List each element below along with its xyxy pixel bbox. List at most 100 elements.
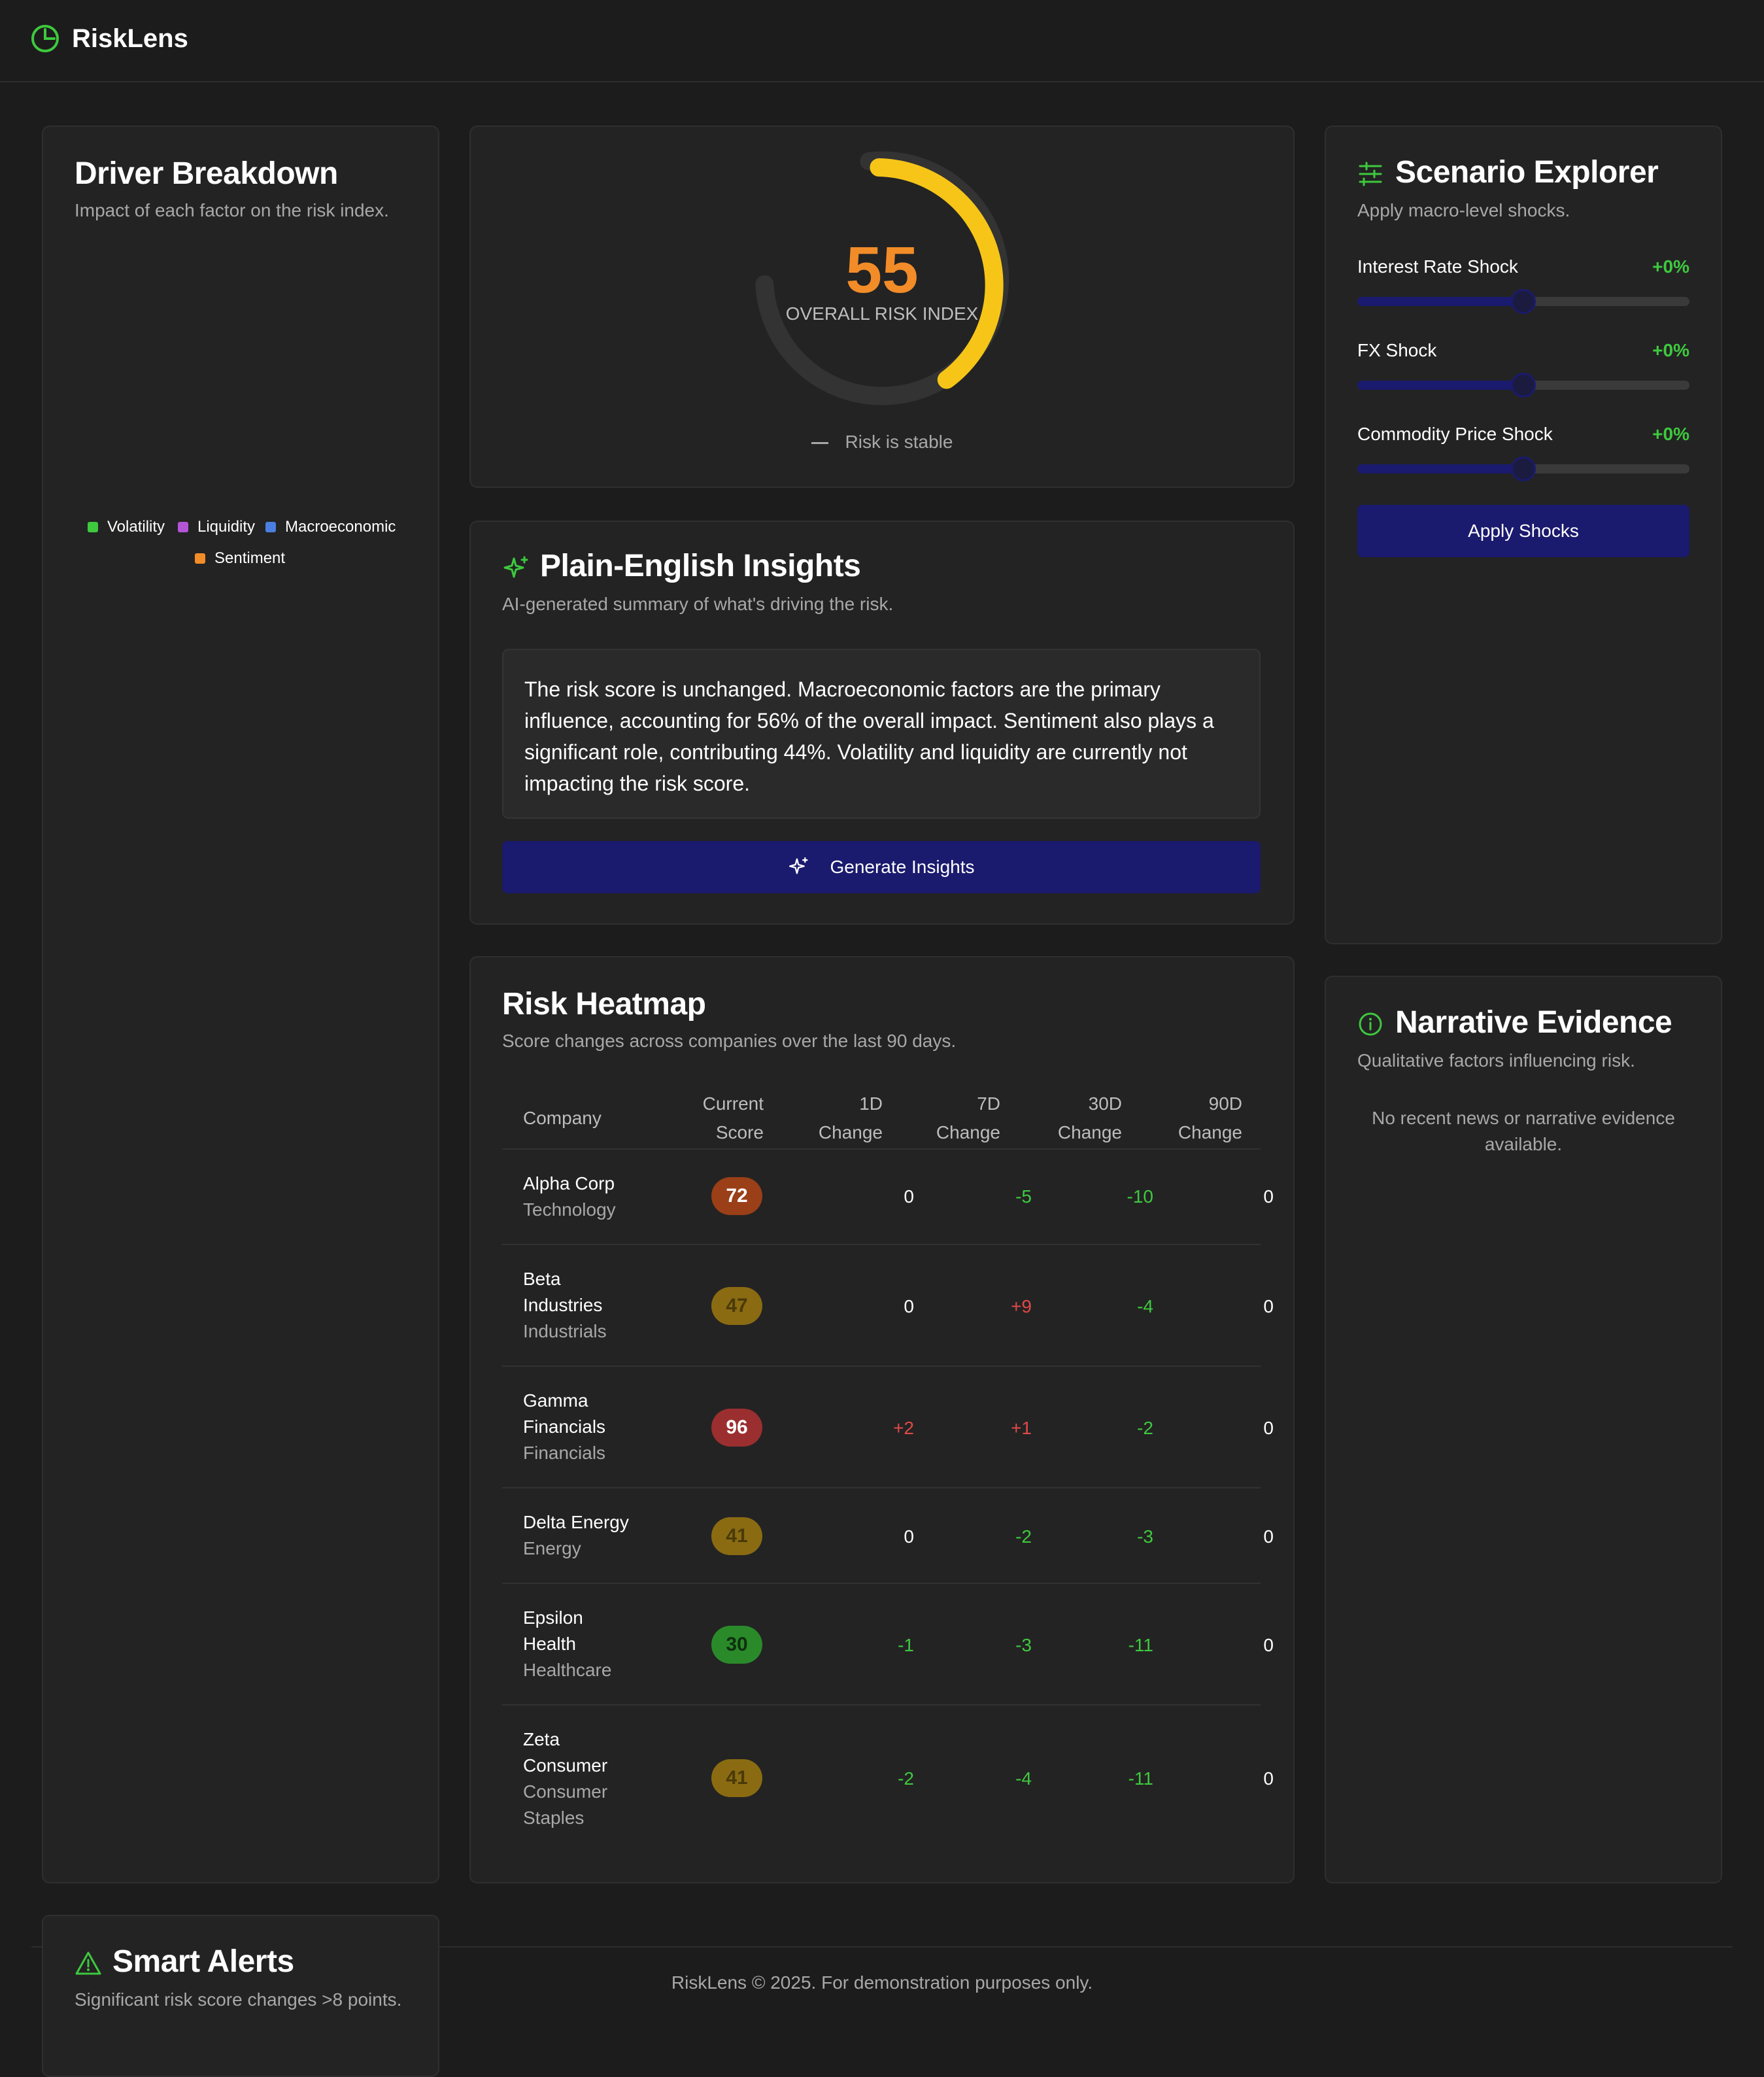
change-30d: -10 xyxy=(1127,1186,1153,1207)
heatmap-subtitle: Score changes across companies over the … xyxy=(502,1031,957,1051)
score-badge: 47 xyxy=(711,1287,762,1325)
header-line: 90D xyxy=(1208,1093,1242,1114)
company-cell: Delta Energy Energy xyxy=(523,1509,634,1562)
change-90d: 0 xyxy=(1263,1526,1274,1547)
apply-shocks-button[interactable]: Apply Shocks xyxy=(1357,505,1689,557)
fx-shock-slider[interactable] xyxy=(1357,373,1689,398)
legend-item-volatility[interactable]: Volatility xyxy=(88,518,165,536)
company-cell: Epsilon Health Healthcare xyxy=(523,1605,615,1683)
table-row[interactable]: Delta Energy Energy 41 0 -2 -3 0 xyxy=(502,1487,1274,1583)
table-row[interactable]: Alpha Corp Technology 72 0 -5 -10 0 xyxy=(502,1148,1274,1244)
header-1d-change[interactable]: 1D Change xyxy=(791,1090,883,1147)
narrative-empty-message: No recent news or narrative evidence ava… xyxy=(1372,1108,1675,1154)
header-current-score[interactable]: Current Score xyxy=(667,1090,764,1147)
scenario-explorer-card: Scenario Explorer Apply macro-level shoc… xyxy=(1325,126,1722,944)
table-row[interactable]: Epsilon Health Healthcare 30 -1 -3 -11 0 xyxy=(502,1583,1274,1704)
change-1d: 0 xyxy=(904,1296,914,1316)
legend-label: Sentiment xyxy=(214,549,286,567)
interest-rate-shock-value: +0% xyxy=(1652,256,1689,277)
risk-status-text: Risk is stable xyxy=(845,432,953,452)
alerts-title: Smart Alerts xyxy=(112,1944,294,1979)
change-7d: +9 xyxy=(1011,1296,1032,1316)
sparkle-icon xyxy=(503,556,528,578)
legend-swatch xyxy=(195,553,205,564)
score-badge: 96 xyxy=(711,1409,762,1447)
warning-icon xyxy=(75,1951,101,1975)
change-7d: -2 xyxy=(1015,1526,1032,1547)
header-company[interactable]: Company xyxy=(523,1104,602,1133)
header-7d-change[interactable]: 7D Change xyxy=(909,1090,1000,1147)
company-name: Gamma Financials xyxy=(523,1390,606,1437)
legend-item-macroeconomic[interactable]: Macroeconomic xyxy=(265,518,396,536)
insight-summary: The risk score is unchanged. Macroeconom… xyxy=(502,649,1261,819)
interest-rate-shock-slider[interactable] xyxy=(1357,289,1689,314)
smart-alerts-card: Smart Alerts Significant risk score chan… xyxy=(42,1915,439,2077)
interest-rate-shock-label: Interest Rate Shock xyxy=(1357,256,1518,277)
info-icon xyxy=(1359,1012,1382,1036)
risk-status: Risk is stable xyxy=(471,432,1293,453)
legend-label: Liquidity xyxy=(197,518,256,536)
legend-label: Volatility xyxy=(107,518,165,536)
company-name: Alpha Corp xyxy=(523,1173,615,1193)
change-7d: -3 xyxy=(1015,1635,1032,1655)
commodity-price-shock-slider[interactable] xyxy=(1357,456,1689,481)
generate-insights-label: Generate Insights xyxy=(830,857,975,877)
company-cell: Zeta Consumer Consumer Staples xyxy=(523,1726,615,1831)
header-line: Score xyxy=(715,1122,764,1142)
sliders-icon xyxy=(1359,162,1382,186)
legend-label: Macroeconomic xyxy=(285,518,396,536)
slider-thumb[interactable] xyxy=(1511,289,1536,314)
scenario-subtitle: Apply macro-level shocks. xyxy=(1357,200,1570,220)
generate-insights-button[interactable]: Generate Insights xyxy=(502,841,1261,893)
change-90d: 0 xyxy=(1263,1186,1274,1207)
company-cell: Gamma Financials Financials xyxy=(523,1388,615,1466)
company-sector: Consumer Staples xyxy=(523,1781,608,1828)
change-30d: -11 xyxy=(1128,1635,1153,1655)
change-1d: +2 xyxy=(893,1418,914,1438)
sparkle-icon xyxy=(789,857,809,874)
company-sector: Industrials xyxy=(523,1321,607,1341)
score-badge: 41 xyxy=(711,1517,762,1555)
company-sector: Financials xyxy=(523,1443,606,1463)
change-90d: 0 xyxy=(1263,1635,1274,1655)
slider-fill xyxy=(1357,381,1523,390)
commodity-price-shock-value: +0% xyxy=(1652,424,1689,444)
table-row[interactable]: Beta Industries Industrials 47 0 +9 -4 0 xyxy=(502,1244,1274,1365)
legend-item-sentiment[interactable]: Sentiment xyxy=(195,549,285,568)
fx-shock-label: FX Shock xyxy=(1357,340,1437,360)
header-30d-change[interactable]: 30D Change xyxy=(1030,1090,1122,1147)
slider-thumb[interactable] xyxy=(1511,373,1536,398)
change-30d: -11 xyxy=(1128,1768,1153,1789)
change-1d: 0 xyxy=(904,1186,914,1207)
company-name: Beta Industries xyxy=(523,1269,603,1315)
legend-swatch xyxy=(88,522,98,532)
change-1d: 0 xyxy=(904,1526,914,1547)
top-bar: RiskLens xyxy=(0,0,1764,82)
dash-icon xyxy=(811,442,828,445)
insights-subtitle: AI-generated summary of what's driving t… xyxy=(502,594,894,614)
change-90d: 0 xyxy=(1263,1296,1274,1316)
legend-item-liquidity[interactable]: Liquidity xyxy=(178,518,255,536)
brand[interactable]: RiskLens xyxy=(30,24,188,54)
header-line: Current xyxy=(702,1093,764,1114)
change-30d: -4 xyxy=(1137,1296,1153,1316)
insights-title: Plain-English Insights xyxy=(540,549,861,583)
header-line: Change xyxy=(936,1122,1000,1142)
insights-card: Plain-English Insights AI-generated summ… xyxy=(469,521,1295,925)
score-badge: 72 xyxy=(711,1177,762,1215)
header-90d-change[interactable]: 90D Change xyxy=(1151,1090,1242,1147)
company-name: Delta Energy xyxy=(523,1512,629,1532)
slider-thumb[interactable] xyxy=(1511,456,1536,481)
narrative-title: Narrative Evidence xyxy=(1395,1005,1672,1040)
change-1d: -1 xyxy=(898,1635,914,1655)
alerts-subtitle: Significant risk score changes >8 points… xyxy=(75,1989,402,2010)
legend-swatch xyxy=(265,522,276,532)
change-1d: -2 xyxy=(898,1768,914,1789)
driver-breakdown-subtitle: Impact of each factor on the risk index. xyxy=(75,200,389,220)
table-row[interactable]: Zeta Consumer Consumer Staples 41 -2 -4 … xyxy=(502,1704,1274,1852)
table-row[interactable]: Gamma Financials Financials 96 +2 +1 -2 … xyxy=(502,1365,1274,1487)
risk-score-value: 55 xyxy=(845,233,919,307)
company-sector: Technology xyxy=(523,1199,616,1220)
heatmap-title: Risk Heatmap xyxy=(502,987,706,1021)
slider-fill xyxy=(1357,464,1523,473)
